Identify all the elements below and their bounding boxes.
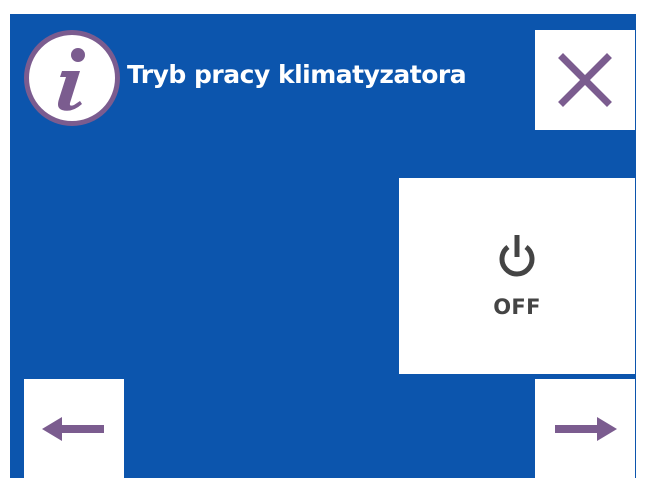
page-title: Tryb pracy klimatyzatora: [127, 60, 467, 89]
info-icon: [58, 48, 85, 111]
ac-mode-screen: Tryb pracy klimatyzatora OFF: [10, 14, 636, 478]
info-button[interactable]: [24, 30, 120, 126]
next-button[interactable]: [535, 379, 635, 478]
arrow-right-icon: [555, 416, 617, 441]
arrow-left-icon: [42, 416, 104, 441]
power-state-label: OFF: [493, 295, 541, 319]
previous-button[interactable]: [24, 379, 124, 478]
close-button[interactable]: [535, 30, 635, 130]
power-mode-toggle[interactable]: OFF: [399, 178, 635, 374]
power-icon: [499, 235, 535, 277]
close-icon: [558, 53, 612, 107]
